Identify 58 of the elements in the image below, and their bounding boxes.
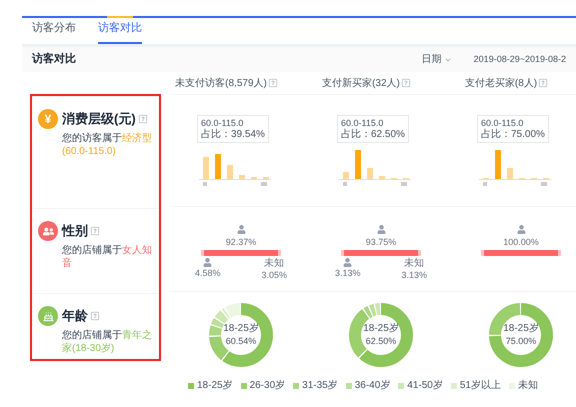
person-icon — [516, 225, 526, 234]
donut-chart — [208, 302, 274, 368]
donut-center-label: 18-25岁 — [363, 324, 399, 334]
person-icon — [376, 225, 386, 234]
gender-percent: 4.58% — [195, 266, 221, 280]
donut-center-label: 18-25岁 — [223, 324, 259, 334]
tooltip-range: 60.0-115.0 — [341, 117, 384, 128]
tooltip-share: 占比：75.00% — [481, 129, 545, 141]
unknown-label: 未知 — [264, 258, 284, 268]
donut-chart — [488, 302, 554, 368]
dimension-summary: 您的店铺属于青年之家(18-30岁) — [62, 328, 152, 354]
date-dropdown[interactable]: 日期 — [422, 52, 452, 67]
help-icon[interactable] — [91, 312, 99, 320]
person-icon — [236, 225, 246, 234]
dimension-title: 年龄 — [62, 307, 88, 325]
dimension-title: 消费层级(元) — [62, 110, 136, 128]
section-title: 访客对比 — [32, 52, 76, 68]
gender-percent: 92.37% — [226, 236, 256, 249]
column-header: 支付老买家(8人) — [464, 76, 538, 90]
legend-label: 26-30岁 — [250, 378, 286, 393]
unknown-label: 未知 — [404, 258, 424, 268]
gender-percent: 3.05% — [261, 268, 287, 282]
legend-label: 未知 — [518, 378, 538, 393]
help-icon[interactable] — [138, 114, 147, 123]
legend-label: 41-50岁 — [407, 378, 443, 393]
gender-percent: 3.13% — [401, 268, 427, 282]
tooltip-share: 占比：62.50% — [341, 129, 405, 141]
donut-center-value: 62.50% — [366, 337, 396, 346]
help-icon[interactable] — [539, 79, 548, 87]
donut-chart — [348, 302, 414, 368]
donut-center-value: 60.54% — [226, 337, 256, 346]
column-header: 支付新买家(32人) — [322, 76, 400, 90]
person-icon — [343, 258, 352, 266]
legend-label: 31-35岁 — [302, 378, 338, 393]
dimension-summary: 您的店铺属于女人知音 — [62, 244, 152, 270]
yen-symbol: ¥ — [44, 113, 52, 125]
dimension-title: 性别 — [62, 222, 88, 240]
gender-percent: 93.75% — [366, 236, 396, 249]
donut-center-label: 18-25岁 — [503, 324, 539, 334]
gender-percent: 3.13% — [335, 266, 361, 280]
users-icon — [42, 226, 54, 236]
tooltip-range: 60.0-115.0 — [481, 117, 524, 128]
tab[interactable]: 访客对比 — [98, 20, 142, 44]
person-icon — [203, 258, 212, 266]
tooltip-range: 60.0-115.0 — [201, 117, 244, 128]
legend-label: 36-40岁 — [354, 378, 390, 393]
gender-percent: 100.00% — [503, 236, 539, 249]
tooltip-share: 占比：39.54% — [201, 129, 265, 141]
legend-label: 18-25岁 — [196, 378, 233, 393]
help-icon[interactable] — [268, 79, 277, 87]
date-range: 2019-08-29~2019-08-2 — [474, 52, 566, 66]
help-icon[interactable] — [402, 79, 410, 87]
column-header: 未支付访客(8,579人) — [175, 76, 267, 90]
donut-center-value: 75.00% — [506, 337, 536, 346]
dimension-summary: 您的访客属于经济型(60.0-115.0) — [62, 132, 152, 158]
tab[interactable]: 访客分布 — [32, 20, 76, 44]
legend-label: 51岁以上 — [460, 378, 501, 393]
help-icon[interactable] — [91, 226, 99, 235]
